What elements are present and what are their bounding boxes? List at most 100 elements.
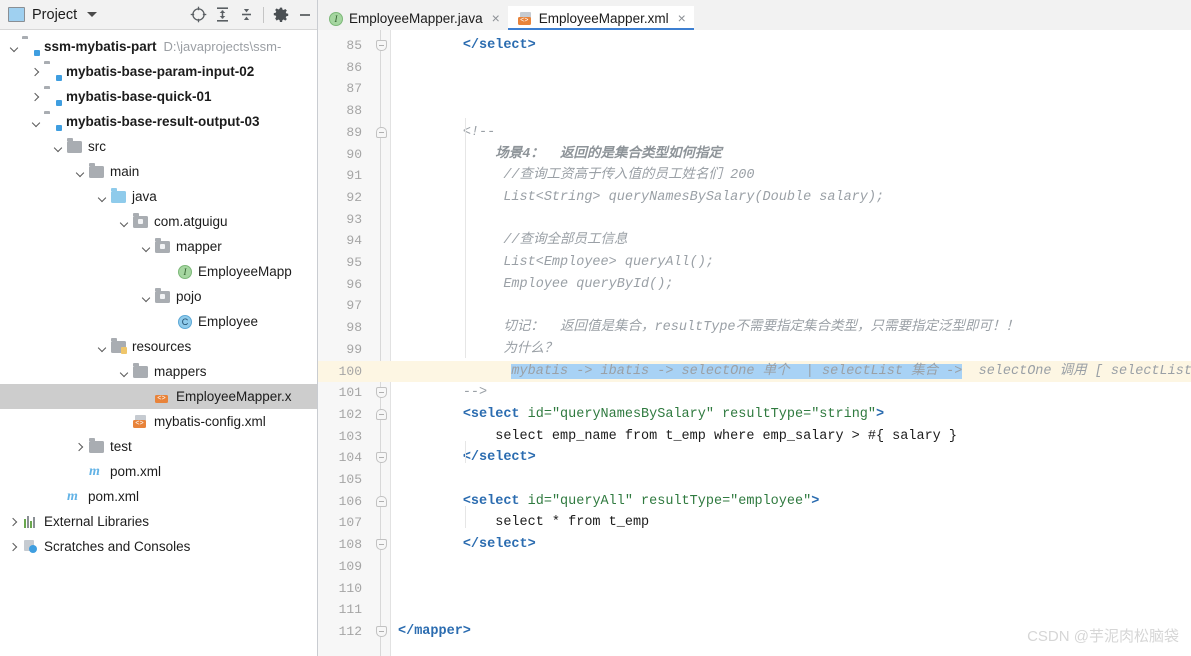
code-token: //查询全部员工信息 — [495, 233, 628, 249]
tree-item-mybatis-base-quick-01[interactable]: mybatis-base-quick-01 — [0, 84, 317, 109]
tree-item-mybatis-config-xml[interactable]: <> mybatis-config.xml — [0, 409, 317, 434]
tree-item-mappers[interactable]: mappers — [0, 359, 317, 384]
folder-gray-icon — [88, 163, 105, 180]
tree-item-src[interactable]: src — [0, 134, 317, 159]
fold-marker-icon[interactable] — [376, 126, 387, 138]
code-line-text[interactable]: 场景4： 返回的是集合类型如何指定 — [398, 144, 1191, 166]
tree-item-mybatis-base-param-input-02[interactable]: mybatis-base-param-input-02 — [0, 59, 317, 84]
code-line-text[interactable]: 为什么？ — [398, 339, 1191, 361]
tree-item-ssm-mybatis-part[interactable]: ssm-mybatis-part D:\javaprojects\ssm- — [0, 34, 317, 59]
tree-item-label: mapper — [176, 239, 222, 254]
tree-expand-arrow-icon[interactable] — [28, 64, 44, 80]
code-line-text[interactable]: mybatis -> ibatis -> selectOne 单个 | sele… — [398, 361, 1191, 383]
tree-item-test[interactable]: test — [0, 434, 317, 459]
gear-icon[interactable] — [269, 3, 293, 27]
line-number: 93 — [346, 211, 362, 227]
line-number: 86 — [346, 59, 362, 75]
code-line-text[interactable]: select emp_name from t_emp where emp_sal… — [398, 426, 1191, 448]
tree-item-employee[interactable]: C Employee — [0, 309, 317, 334]
project-tree[interactable]: ssm-mybatis-part D:\javaprojects\ssm-myba… — [0, 30, 317, 559]
code-token: List<Employee> queryAll(); — [495, 255, 714, 270]
tree-expand-arrow-icon[interactable] — [6, 514, 22, 530]
tree-collapse-arrow-icon[interactable] — [28, 114, 44, 130]
tree-item-employeemapp[interactable]: I EmployeeMapp — [0, 259, 317, 284]
code-line-text[interactable]: <select id="queryAll" resultType="employ… — [398, 491, 1191, 513]
project-panel-title: Project — [32, 6, 78, 23]
tree-item-external-libraries[interactable]: External Libraries — [0, 509, 317, 534]
code-line-text[interactable]: Employee queryById(); — [398, 274, 1191, 296]
tree-collapse-arrow-icon[interactable] — [6, 39, 22, 55]
tree-item-resources[interactable]: resources — [0, 334, 317, 359]
tree-item-pom-xml[interactable]: m pom.xml — [0, 484, 317, 509]
close-icon[interactable]: × — [492, 11, 500, 25]
toolbar-divider — [263, 6, 264, 23]
code-line-text[interactable]: </select> — [398, 534, 1191, 556]
collapse-all-icon[interactable] — [234, 3, 258, 27]
tree-expand-arrow-icon[interactable] — [28, 89, 44, 105]
tree-item-com-atguigu[interactable]: com.atguigu — [0, 209, 317, 234]
tree-collapse-arrow-icon[interactable] — [138, 239, 154, 255]
tree-collapse-arrow-icon[interactable] — [138, 289, 154, 305]
fold-marker-icon[interactable] — [376, 495, 387, 507]
code-line-text[interactable]: --> — [398, 382, 1191, 404]
code-line-text[interactable]: List<Employee> queryAll(); — [398, 252, 1191, 274]
code-line-text[interactable]: <!-- — [398, 122, 1191, 144]
close-icon[interactable]: × — [678, 11, 686, 25]
tree-collapse-arrow-icon[interactable] — [116, 214, 132, 230]
minimize-icon[interactable] — [293, 3, 317, 27]
tree-item-label: pojo — [176, 289, 202, 304]
tree-collapse-arrow-icon[interactable] — [72, 164, 88, 180]
tree-item-mapper[interactable]: mapper — [0, 234, 317, 259]
fold-marker-icon[interactable] — [376, 539, 387, 551]
tree-expand-arrow-icon[interactable] — [6, 539, 22, 555]
tree-collapse-arrow-icon[interactable] — [116, 364, 132, 380]
tree-item-pom-xml[interactable]: m pom.xml — [0, 459, 317, 484]
tree-item-scratches-and-consoles[interactable]: Scratches and Consoles — [0, 534, 317, 559]
code-line-text[interactable]: List<String> queryNamesBySalary(Double s… — [398, 187, 1191, 209]
line-number: 99 — [346, 341, 362, 357]
editor-tab-employeemapper-java[interactable]: I EmployeeMapper.java × — [318, 6, 508, 30]
tree-expand-arrow-icon[interactable] — [72, 439, 88, 455]
indent-guide — [465, 506, 466, 528]
tree-item-employeemapper-x[interactable]: <> EmployeeMapper.x — [0, 384, 317, 409]
tree-collapse-arrow-icon[interactable] — [50, 139, 66, 155]
tree-item-java[interactable]: java — [0, 184, 317, 209]
line-number: 87 — [346, 81, 362, 97]
line-number: 110 — [338, 580, 362, 596]
code-token: selectOne 调用 [ selectList ] — [962, 363, 1191, 379]
tree-item-label: mybatis-config.xml — [154, 414, 266, 429]
code-line-text[interactable]: //查询全部员工信息 — [398, 230, 1191, 252]
code-line-text[interactable]: </select> — [398, 447, 1191, 469]
fold-marker-icon[interactable] — [376, 625, 387, 637]
code-line-row — [318, 295, 1191, 317]
code-line-text[interactable]: //查询工资高于传入值的员工姓名们 200 — [398, 165, 1191, 187]
fold-marker-icon[interactable] — [376, 387, 387, 399]
tree-item-main[interactable]: main — [0, 159, 317, 184]
fold-marker-icon[interactable] — [376, 452, 387, 464]
expand-all-icon[interactable] — [210, 3, 234, 27]
code-token: resultType= — [713, 406, 812, 422]
code-line-text[interactable]: 切记： 返回值是集合，resultType不需要指定集合类型，只需要指定泛型即可… — [398, 317, 1191, 339]
code-token: </select> — [462, 38, 536, 53]
editor-tab-employeemapper-xml[interactable]: <> EmployeeMapper.xml × — [507, 6, 694, 30]
tree-item-mybatis-base-result-output-03[interactable]: mybatis-base-result-output-03 — [0, 109, 317, 134]
tree-item-label: mappers — [154, 364, 207, 379]
code-line-text[interactable]: <select id="queryNamesBySalary" resultTy… — [398, 404, 1191, 426]
chevron-down-icon[interactable] — [87, 12, 98, 17]
tree-collapse-arrow-icon[interactable] — [94, 339, 110, 355]
locate-target-icon[interactable] — [186, 3, 210, 27]
code-line-text[interactable]: select * from t_emp — [398, 512, 1191, 534]
tree-collapse-arrow-icon[interactable] — [94, 189, 110, 205]
fold-marker-icon[interactable] — [376, 40, 387, 51]
tree-item-label: pom.xml — [88, 489, 140, 504]
csdn-watermark: CSDN @芋泥肉松脑袋 — [1027, 628, 1179, 645]
fold-marker-icon[interactable] — [376, 408, 387, 420]
tree-item-pojo[interactable]: pojo — [0, 284, 317, 309]
code-editor[interactable]: 85 </select> 86 87 88 89 <!-- 90 场景4： 返回的是集合类… — [318, 30, 1191, 656]
code-token: <select — [462, 493, 520, 509]
code-line-text[interactable]: </select> — [398, 35, 1191, 57]
